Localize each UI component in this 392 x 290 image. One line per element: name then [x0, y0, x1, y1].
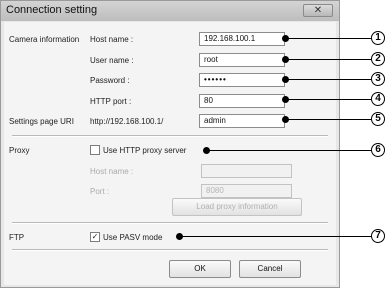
callout-dot-4: [282, 96, 289, 103]
load-proxy-button[interactable]: Load proxy information: [172, 198, 302, 216]
settings-page-field[interactable]: admin: [199, 114, 285, 128]
user-name-label: User name :: [90, 56, 134, 65]
settings-page-uri-label: Settings page URI: [9, 117, 74, 126]
password-label: Password :: [90, 76, 130, 85]
separator: [12, 222, 328, 224]
callout-dot-3: [282, 76, 289, 83]
callout-number-2: 2: [371, 52, 385, 66]
dialog-title: Connection setting: [6, 4, 98, 16]
callout-dot-7: [176, 233, 183, 240]
proxy-port-label: Port :: [90, 187, 110, 196]
separator: [12, 135, 328, 137]
check-mark-icon: ✓: [91, 232, 99, 241]
callout-dot-6: [203, 147, 210, 154]
callout-number-6: 6: [371, 143, 385, 157]
callout-line-2: [285, 59, 371, 60]
callout-number-5: 5: [371, 112, 385, 126]
proxy-host-field[interactable]: [201, 164, 292, 178]
callout-line-7: [179, 236, 371, 237]
use-http-proxy-checkbox[interactable]: [90, 145, 100, 155]
cancel-button[interactable]: Cancel: [239, 260, 301, 278]
callout-line-4: [285, 99, 371, 100]
callout-dot-2: [282, 56, 289, 63]
callout-dot-1: [282, 35, 289, 42]
password-field[interactable]: ••••••: [199, 73, 285, 87]
callout-dot-5: [282, 116, 289, 123]
callout-line-6: [206, 150, 371, 151]
proxy-host-label: Host name :: [90, 167, 134, 176]
ftp-label: FTP: [9, 233, 25, 242]
callout-line-1: [285, 38, 371, 39]
connection-setting-dialog: Connection setting ✕ Camera information …: [0, 0, 340, 288]
user-name-field[interactable]: root: [199, 53, 285, 67]
ok-button[interactable]: OK: [169, 260, 231, 278]
host-name-label: Host name :: [90, 35, 134, 44]
use-http-proxy-label: Use HTTP proxy server: [103, 146, 187, 155]
callout-number-3: 3: [371, 72, 385, 86]
callout-number-4: 4: [371, 92, 385, 106]
proxy-label: Proxy: [9, 146, 30, 155]
close-button[interactable]: ✕: [303, 4, 333, 17]
camera-information-label: Camera information: [9, 35, 80, 44]
http-port-label: HTTP port :: [90, 97, 132, 106]
proxy-port-field[interactable]: 8080: [201, 184, 292, 198]
http-port-field[interactable]: 80: [199, 94, 285, 108]
use-pasv-label: Use PASV mode: [103, 233, 163, 242]
host-name-field[interactable]: 192.168.100.1: [199, 32, 285, 46]
separator: [12, 249, 328, 251]
close-icon: ✕: [313, 5, 323, 16]
callout-line-3: [285, 79, 371, 80]
settings-page-url: http://192.168.100.1/: [90, 117, 164, 126]
callout-line-5: [285, 119, 371, 120]
title-bar: Connection setting ✕: [1, 1, 339, 21]
use-pasv-checkbox[interactable]: ✓: [90, 232, 100, 242]
callout-number-7: 7: [371, 229, 385, 243]
callout-number-1: 1: [371, 31, 385, 45]
